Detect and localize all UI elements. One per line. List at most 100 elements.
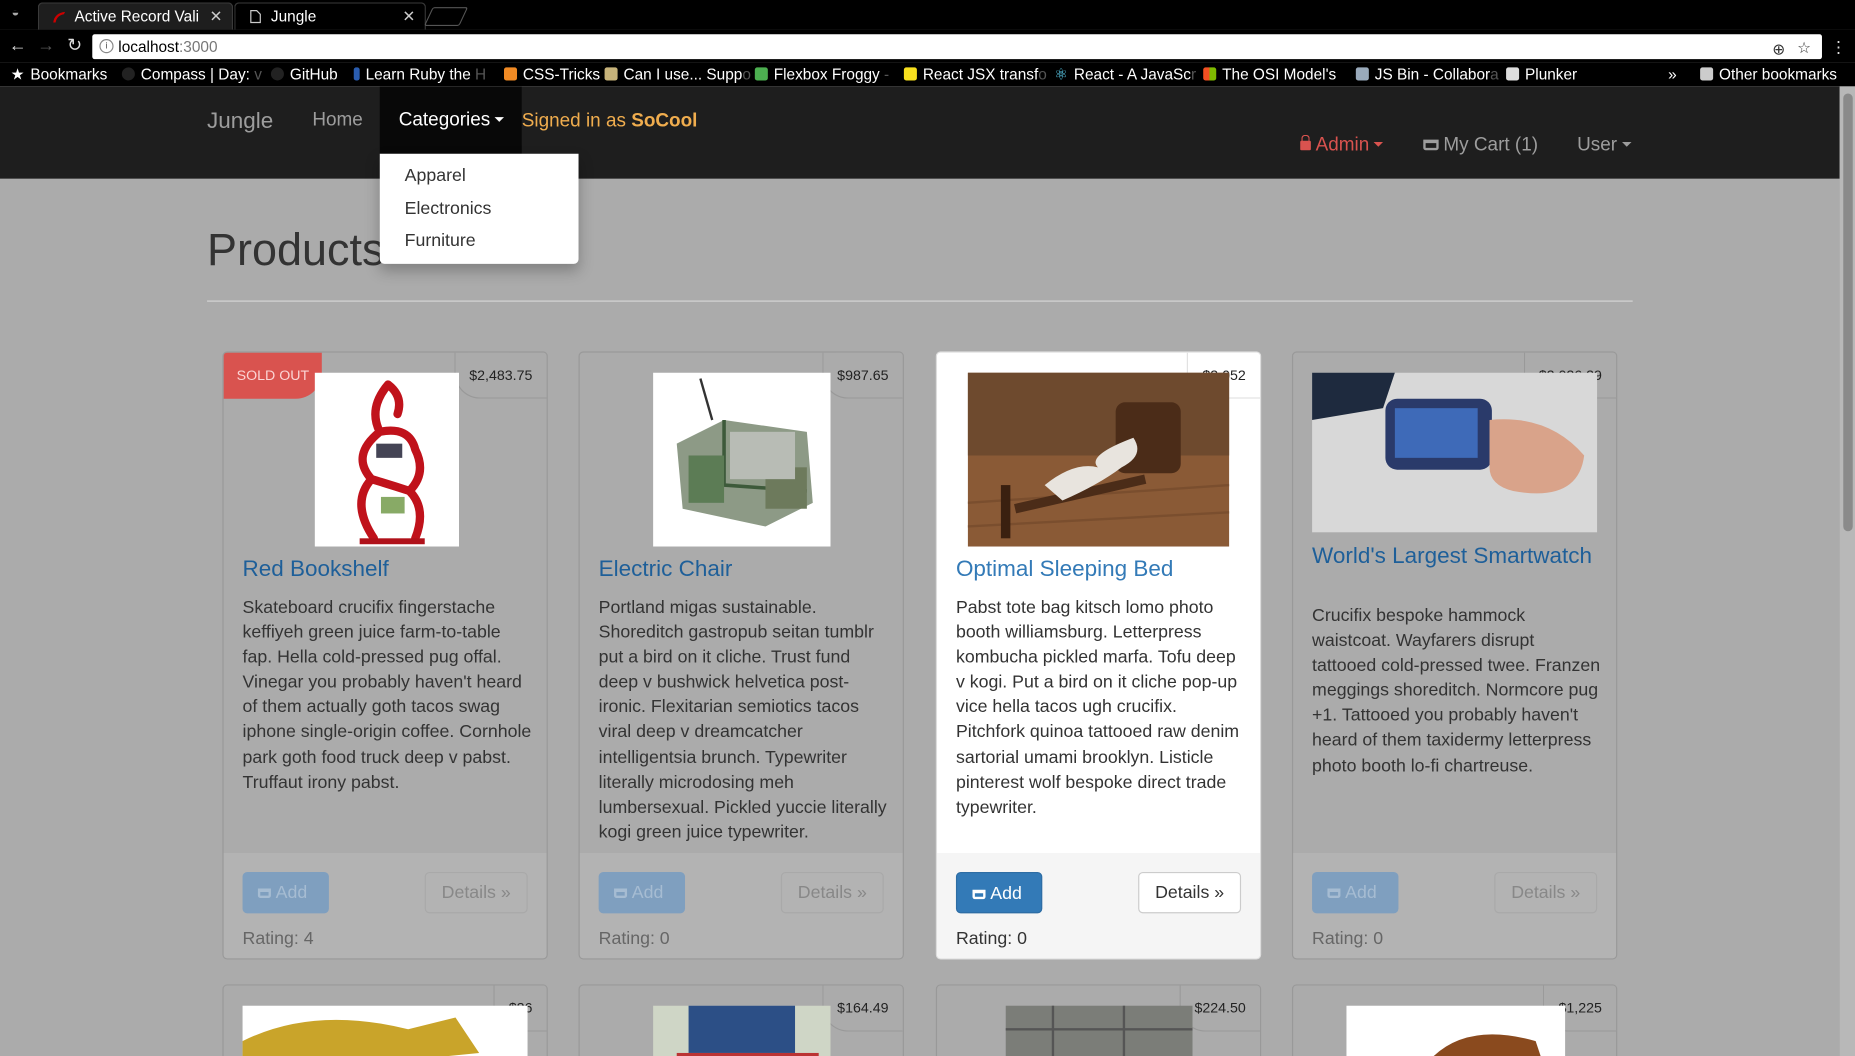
signed-in-text: Signed in as SoCool — [522, 111, 698, 132]
categories-label: Categories — [398, 110, 491, 131]
rating-text: Rating: 4 — [242, 928, 314, 949]
browser-tab-strip: ◒ Active Record Vali ✕ Jungle ✕ — [0, 0, 1855, 30]
jsx-icon — [903, 67, 917, 81]
new-tab-button[interactable] — [423, 7, 469, 27]
product-image[interactable] — [1005, 1005, 1193, 1056]
nav-home-link[interactable]: Home — [312, 110, 363, 131]
add-label: Add — [631, 882, 664, 903]
product-card-worlds-largest-smartwatch: $2,026.29 World's Largest Smartwatch Cru… — [1291, 351, 1618, 960]
reload-icon[interactable]: ↻ — [63, 34, 87, 58]
tab-jungle[interactable]: Jungle ✕ — [234, 2, 426, 30]
product-card-optimal-sleeping-bed: $3,052 Optimal Sleeping Bed Pabst tote b… — [935, 351, 1262, 960]
incognito-icon: ◒ — [11, 5, 20, 21]
plunker-icon — [1506, 67, 1520, 81]
details-button[interactable]: Details » — [780, 871, 884, 914]
price-badge: $987.65 — [821, 352, 903, 399]
address-bar[interactable]: i localhost:3000 ⊕ ☆ — [92, 34, 1822, 62]
product-image[interactable] — [314, 372, 460, 547]
bookmark-jsbin[interactable]: JS Bin - Collabora — [1355, 65, 1499, 84]
brand-link[interactable]: Jungle — [207, 109, 273, 135]
details-button[interactable]: Details » — [1494, 871, 1598, 914]
product-image[interactable] — [242, 1005, 528, 1056]
frog-icon — [754, 67, 768, 81]
tab-active-record[interactable]: Active Record Vali ✕ — [37, 2, 234, 30]
product-image[interactable] — [967, 372, 1230, 547]
my-cart-link[interactable]: My Cart (1) — [1423, 135, 1538, 156]
bookmark-plunker[interactable]: Plunker — [1506, 65, 1577, 84]
bookmark-osi-model[interactable]: The OSI Model's — [1203, 65, 1336, 84]
add-label: Add — [275, 882, 308, 903]
bookmark-star-icon[interactable]: ☆ — [1797, 35, 1811, 60]
product-name[interactable]: Red Bookshelf — [243, 557, 389, 582]
categories-dropdown-menu: Apparel Electronics Furniture — [379, 153, 579, 264]
product-name[interactable]: Optimal Sleeping Bed — [956, 557, 1173, 582]
details-button[interactable]: Details » — [424, 871, 528, 914]
bookmark-label: React JSX transf — [922, 65, 1039, 83]
bookmark-flexbox-froggy[interactable]: Flexbox Froggy - — [754, 65, 890, 84]
bookmark-label: React - A JavaSc — [1073, 65, 1191, 83]
bookmarks-overflow-button[interactable]: » — [1668, 65, 1677, 84]
bookmark-label: JS Bin - Collabor — [1374, 65, 1491, 83]
folder-icon — [1700, 67, 1714, 81]
rating-text: Rating: 0 — [598, 928, 670, 949]
bookmark-github[interactable]: GitHub — [270, 65, 338, 84]
close-icon[interactable]: ✕ — [210, 4, 223, 29]
add-to-cart-button[interactable]: Add — [598, 871, 686, 914]
page-scrollbar[interactable] — [1839, 86, 1855, 1056]
url-port: :3000 — [179, 37, 218, 56]
bookmark-react[interactable]: ⚛ React - A JavaScr — [1054, 65, 1196, 84]
caniuse-icon — [604, 67, 618, 81]
react-icon: ⚛ — [1054, 65, 1068, 83]
product-image[interactable] — [1346, 1005, 1566, 1056]
category-electronics[interactable]: Electronics — [380, 195, 579, 228]
browser-menu-icon[interactable]: ⋮ — [1830, 38, 1847, 58]
forward-icon[interactable]: → — [34, 34, 58, 58]
product-name[interactable]: World's Largest Smartwatch — [1312, 544, 1592, 569]
bookmark-css-tricks[interactable]: CSS-Tricks — [504, 65, 600, 84]
bookmark-label: » — [1668, 65, 1677, 83]
bookmark-compass[interactable]: Compass | Day: v — [121, 65, 262, 84]
close-icon[interactable]: ✕ — [402, 4, 415, 29]
user-dropdown-toggle[interactable]: User — [1577, 135, 1632, 156]
product-card: $1,225 — [1291, 984, 1618, 1056]
ruby-icon — [353, 67, 360, 81]
product-image[interactable] — [1312, 372, 1598, 533]
product-card: $164.49 — [578, 984, 904, 1056]
bookmark-caniuse[interactable]: Can I use... Suppo — [604, 65, 751, 84]
bookmark-react-jsx[interactable]: React JSX transfo — [903, 65, 1047, 84]
bookmark-fade: - — [884, 65, 890, 83]
cart-icon — [257, 888, 271, 898]
admin-dropdown-toggle[interactable]: Admin — [1300, 134, 1384, 156]
product-description: Crucifix bespoke hammock waistcoat. Wayf… — [1312, 605, 1601, 776]
bookmark-fade: o — [742, 65, 751, 83]
bookmark-fade: v — [254, 65, 262, 83]
caret-down-icon — [1621, 141, 1632, 147]
bookmark-bookmarks[interactable]: ★ Bookmarks — [11, 65, 108, 84]
cart-icon — [1423, 139, 1439, 151]
bookmark-other[interactable]: Other bookmarks — [1700, 65, 1837, 84]
details-button[interactable]: Details » — [1138, 871, 1242, 914]
bookmark-label: Bookmarks — [30, 65, 108, 83]
site-navbar: Jungle Home Categories Signed in as SoCo… — [0, 86, 1840, 179]
add-to-cart-button[interactable]: Add — [955, 871, 1043, 914]
product-image[interactable] — [653, 1005, 831, 1056]
product-image[interactable] — [653, 372, 831, 547]
category-furniture[interactable]: Furniture — [380, 227, 579, 260]
bookmark-learn-ruby[interactable]: Learn Ruby the H — [353, 65, 486, 84]
cart-label: My Cart (1) — [1443, 134, 1539, 155]
category-apparel[interactable]: Apparel — [380, 162, 579, 195]
github-icon — [270, 67, 284, 81]
cart-icon — [1327, 888, 1341, 898]
card-footer: Add Details » Rating: 0 — [937, 853, 1261, 959]
product-card: $26 — [222, 984, 548, 1056]
card-footer: Add Details » Rating: 4 — [223, 853, 547, 959]
add-to-cart-button[interactable]: Add — [1312, 871, 1399, 914]
zoom-icon[interactable]: ⊕ — [1772, 37, 1785, 62]
scrollbar-thumb[interactable] — [1843, 93, 1853, 532]
compass-icon — [121, 67, 135, 81]
back-icon[interactable]: ← — [6, 34, 30, 58]
url-host: localhost — [118, 37, 180, 56]
categories-dropdown-toggle[interactable]: Categories — [379, 86, 522, 154]
add-to-cart-button[interactable]: Add — [242, 871, 329, 914]
product-name[interactable]: Electric Chair — [599, 557, 733, 582]
